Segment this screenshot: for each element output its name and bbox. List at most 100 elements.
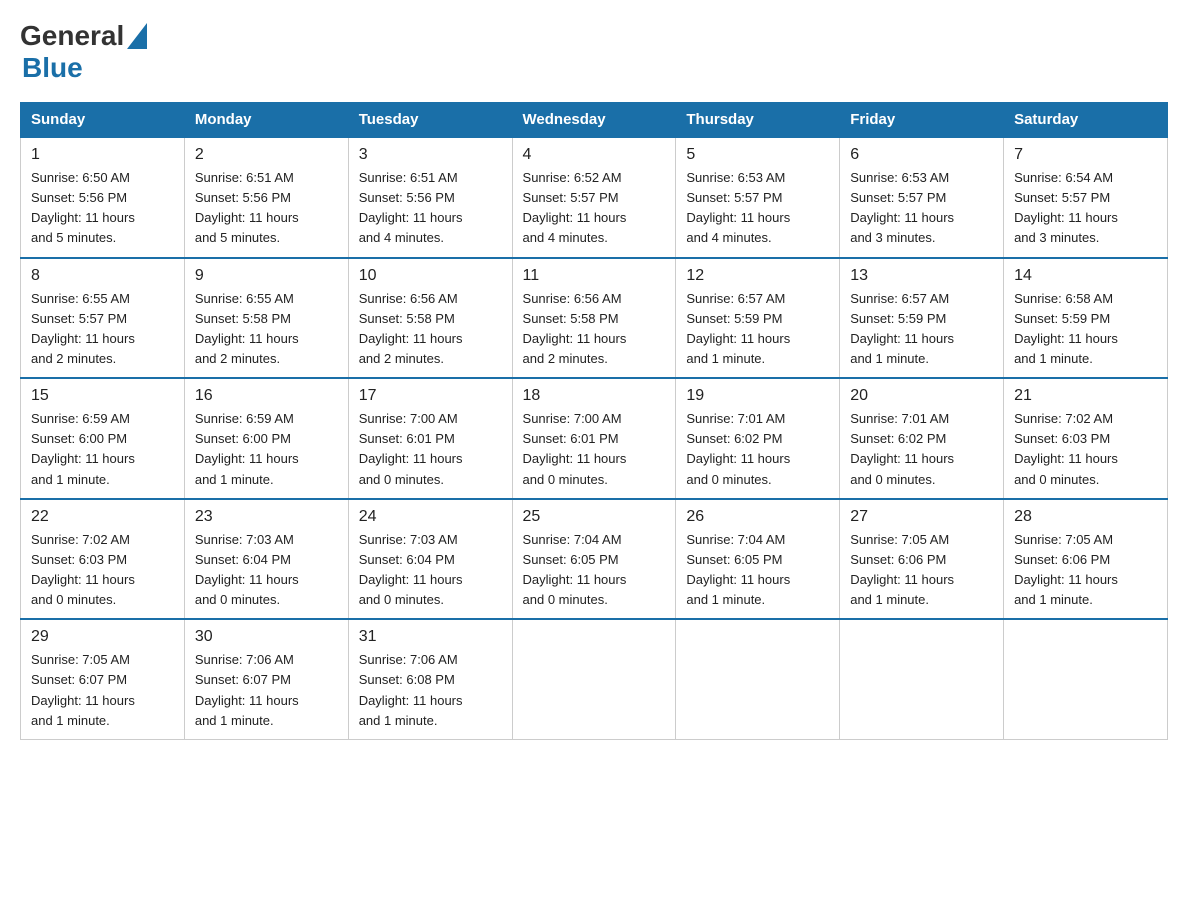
day-number: 2	[195, 146, 338, 164]
calendar-day-cell: 16 Sunrise: 6:59 AMSunset: 6:00 PMDayligh…	[184, 378, 348, 499]
calendar-day-cell: 24 Sunrise: 7:03 AMSunset: 6:04 PMDayligh…	[348, 499, 512, 620]
calendar-day-cell: 2 Sunrise: 6:51 AMSunset: 5:56 PMDaylight…	[184, 137, 348, 258]
day-number: 6	[850, 146, 993, 164]
day-info: Sunrise: 6:59 AMSunset: 6:00 PMDaylight:…	[31, 409, 174, 490]
calendar-day-cell: 18Sunrise: 7:00 AMSunset: 6:01 PMDayligh…	[512, 378, 676, 499]
day-number: 14	[1014, 267, 1157, 285]
calendar-day-cell: 20 Sunrise: 7:01 AMSunset: 6:02 PMDayligh…	[840, 378, 1004, 499]
day-info: Sunrise: 6:56 AMSunset: 5:58 PMDaylight:…	[523, 289, 666, 370]
calendar-day-cell: 12 Sunrise: 6:57 AMSunset: 5:59 PMDayligh…	[676, 258, 840, 379]
calendar-day-cell: 4 Sunrise: 6:52 AMSunset: 5:57 PMDaylight…	[512, 137, 676, 258]
day-info: Sunrise: 6:59 AMSunset: 6:00 PMDaylight:…	[195, 409, 338, 490]
day-info: Sunrise: 6:50 AMSunset: 5:56 PMDaylight:…	[31, 168, 174, 249]
calendar-table: Sunday Monday Tuesday Wednesday Thursday…	[20, 102, 1168, 740]
day-info: Sunrise: 6:53 AMSunset: 5:57 PMDaylight:…	[850, 168, 993, 249]
col-saturday: Saturday	[1004, 103, 1168, 138]
day-number: 22	[31, 508, 174, 526]
day-info: Sunrise: 6:54 AMSunset: 5:57 PMDaylight:…	[1014, 168, 1157, 249]
calendar-day-cell: 6 Sunrise: 6:53 AMSunset: 5:57 PMDaylight…	[840, 137, 1004, 258]
day-number: 20	[850, 387, 993, 405]
day-info: Sunrise: 7:03 AMSunset: 6:04 PMDaylight:…	[359, 530, 502, 611]
day-number: 3	[359, 146, 502, 164]
col-thursday: Thursday	[676, 103, 840, 138]
day-number: 8	[31, 267, 174, 285]
calendar-day-cell: 17 Sunrise: 7:00 AMSunset: 6:01 PMDayligh…	[348, 378, 512, 499]
col-monday: Monday	[184, 103, 348, 138]
day-number: 1	[31, 146, 174, 164]
day-number: 26	[686, 508, 829, 526]
day-number: 17	[359, 387, 502, 405]
day-number: 9	[195, 267, 338, 285]
logo-triangle-icon	[127, 23, 147, 49]
calendar-day-cell: 1 Sunrise: 6:50 AMSunset: 5:56 PMDaylight…	[21, 137, 185, 258]
day-info: Sunrise: 6:51 AMSunset: 5:56 PMDaylight:…	[195, 168, 338, 249]
day-info: Sunrise: 7:00 AMSunset: 6:01 PMDaylight:…	[523, 409, 666, 490]
calendar-day-cell: 14 Sunrise: 6:58 AMSunset: 5:59 PMDayligh…	[1004, 258, 1168, 379]
day-info: Sunrise: 6:57 AMSunset: 5:59 PMDaylight:…	[686, 289, 829, 370]
day-info: Sunrise: 7:05 AMSunset: 6:07 PMDaylight:…	[31, 650, 174, 731]
calendar-day-cell: 25Sunrise: 7:04 AMSunset: 6:05 PMDayligh…	[512, 499, 676, 620]
day-info: Sunrise: 7:05 AMSunset: 6:06 PMDaylight:…	[1014, 530, 1157, 611]
col-tuesday: Tuesday	[348, 103, 512, 138]
calendar-day-cell: 31 Sunrise: 7:06 AMSunset: 6:08 PMDayligh…	[348, 619, 512, 739]
day-number: 10	[359, 267, 502, 285]
day-info: Sunrise: 7:01 AMSunset: 6:02 PMDaylight:…	[686, 409, 829, 490]
day-number: 24	[359, 508, 502, 526]
calendar-week-row: 22Sunrise: 7:02 AMSunset: 6:03 PMDayligh…	[21, 499, 1168, 620]
day-number: 23	[195, 508, 338, 526]
day-info: Sunrise: 6:53 AMSunset: 5:57 PMDaylight:…	[686, 168, 829, 249]
day-number: 30	[195, 628, 338, 646]
col-wednesday: Wednesday	[512, 103, 676, 138]
calendar-day-cell: 3 Sunrise: 6:51 AMSunset: 5:56 PMDaylight…	[348, 137, 512, 258]
day-number: 19	[686, 387, 829, 405]
calendar-day-cell: 30Sunrise: 7:06 AMSunset: 6:07 PMDayligh…	[184, 619, 348, 739]
calendar-week-row: 15 Sunrise: 6:59 AMSunset: 6:00 PMDayligh…	[21, 378, 1168, 499]
calendar-day-cell: 8 Sunrise: 6:55 AMSunset: 5:57 PMDaylight…	[21, 258, 185, 379]
col-sunday: Sunday	[21, 103, 185, 138]
day-info: Sunrise: 6:51 AMSunset: 5:56 PMDaylight:…	[359, 168, 502, 249]
calendar-day-cell: 5 Sunrise: 6:53 AMSunset: 5:57 PMDaylight…	[676, 137, 840, 258]
day-number: 31	[359, 628, 502, 646]
day-number: 7	[1014, 146, 1157, 164]
calendar-day-cell: 21 Sunrise: 7:02 AMSunset: 6:03 PMDayligh…	[1004, 378, 1168, 499]
day-info: Sunrise: 6:52 AMSunset: 5:57 PMDaylight:…	[523, 168, 666, 249]
calendar-day-cell: 9 Sunrise: 6:55 AMSunset: 5:58 PMDaylight…	[184, 258, 348, 379]
logo: General Blue	[20, 20, 147, 84]
day-number: 15	[31, 387, 174, 405]
calendar-day-cell: 27 Sunrise: 7:05 AMSunset: 6:06 PMDayligh…	[840, 499, 1004, 620]
calendar-day-cell: 10Sunrise: 6:56 AMSunset: 5:58 PMDayligh…	[348, 258, 512, 379]
day-info: Sunrise: 7:05 AMSunset: 6:06 PMDaylight:…	[850, 530, 993, 611]
calendar-day-cell: 19 Sunrise: 7:01 AMSunset: 6:02 PMDayligh…	[676, 378, 840, 499]
empty-cell	[1004, 619, 1168, 739]
day-number: 16	[195, 387, 338, 405]
day-info: Sunrise: 6:55 AMSunset: 5:57 PMDaylight:…	[31, 289, 174, 370]
calendar-day-cell: 29 Sunrise: 7:05 AMSunset: 6:07 PMDayligh…	[21, 619, 185, 739]
day-info: Sunrise: 7:00 AMSunset: 6:01 PMDaylight:…	[359, 409, 502, 490]
day-info: Sunrise: 7:04 AMSunset: 6:05 PMDaylight:…	[523, 530, 666, 611]
calendar-day-cell: 15 Sunrise: 6:59 AMSunset: 6:00 PMDayligh…	[21, 378, 185, 499]
day-number: 4	[523, 146, 666, 164]
day-info: Sunrise: 7:02 AMSunset: 6:03 PMDaylight:…	[1014, 409, 1157, 490]
day-info: Sunrise: 7:04 AMSunset: 6:05 PMDaylight:…	[686, 530, 829, 611]
day-info: Sunrise: 6:57 AMSunset: 5:59 PMDaylight:…	[850, 289, 993, 370]
day-number: 13	[850, 267, 993, 285]
day-info: Sunrise: 6:55 AMSunset: 5:58 PMDaylight:…	[195, 289, 338, 370]
day-info: Sunrise: 7:06 AMSunset: 6:08 PMDaylight:…	[359, 650, 502, 731]
day-number: 12	[686, 267, 829, 285]
logo-general-text: General	[20, 20, 124, 52]
empty-cell	[676, 619, 840, 739]
day-number: 5	[686, 146, 829, 164]
page-header: General Blue	[20, 20, 1168, 84]
day-number: 29	[31, 628, 174, 646]
day-number: 27	[850, 508, 993, 526]
calendar-week-row: 8 Sunrise: 6:55 AMSunset: 5:57 PMDaylight…	[21, 258, 1168, 379]
empty-cell	[512, 619, 676, 739]
calendar-week-row: 29 Sunrise: 7:05 AMSunset: 6:07 PMDayligh…	[21, 619, 1168, 739]
calendar-week-row: 1 Sunrise: 6:50 AMSunset: 5:56 PMDaylight…	[21, 137, 1168, 258]
day-number: 21	[1014, 387, 1157, 405]
col-friday: Friday	[840, 103, 1004, 138]
day-info: Sunrise: 7:01 AMSunset: 6:02 PMDaylight:…	[850, 409, 993, 490]
calendar-day-cell: 23Sunrise: 7:03 AMSunset: 6:04 PMDayligh…	[184, 499, 348, 620]
calendar-day-cell: 28Sunrise: 7:05 AMSunset: 6:06 PMDayligh…	[1004, 499, 1168, 620]
day-info: Sunrise: 6:58 AMSunset: 5:59 PMDaylight:…	[1014, 289, 1157, 370]
